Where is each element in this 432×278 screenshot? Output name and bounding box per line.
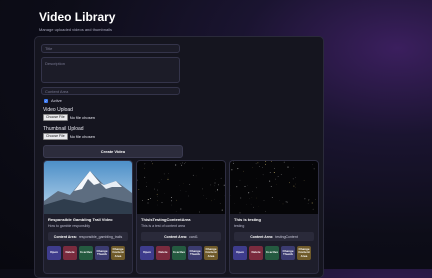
video-file-input[interactable]: Choose File No file chosen [43,114,95,121]
change-content-area-button[interactable]: Change Content Area [111,246,125,260]
delete-button[interactable]: Delete [63,246,77,260]
title-input[interactable]: Title [41,44,180,53]
content-area-label: Content Area: [250,235,273,239]
thumbnail-choose-file-button[interactable]: Choose File [43,133,68,140]
toggle-active-button[interactable]: In active [265,246,279,260]
content-area-value: card1 [189,235,198,239]
content-area-input[interactable]: Content Area [41,87,180,95]
delete-button[interactable]: Delete [249,246,263,260]
video-upload-label: Video Upload [43,107,73,113]
change-thumb-button[interactable]: Change Thumb [95,246,109,260]
content-area-label: Content Area: [164,235,187,239]
change-thumb-button[interactable]: Change Thumb [188,246,202,260]
change-content-area-button[interactable]: Change Content Area [204,246,218,260]
toggle-active-button[interactable]: In active [79,246,93,260]
card-actions: Open Delete In active Change Thumb Chang… [233,246,311,260]
video-thumbnail[interactable] [137,161,225,214]
thumbnail-upload-label: Thumbnail Upload [43,126,84,132]
thumbnail-no-file-text: No file chosen [70,134,95,139]
toggle-active-button[interactable]: In active [172,246,186,260]
video-no-file-text: No file chosen [70,115,95,120]
card-description: This is a test of content area [141,224,185,228]
create-video-button[interactable]: Create Video [43,145,183,158]
page-subtitle: Manage uploaded videos and thumbnails [39,27,112,32]
active-toggle-row[interactable]: ✓ Active [44,98,62,103]
description-textarea[interactable]: Description [41,57,180,83]
video-card: Responsible Gambling Trail Video How to … [43,160,133,274]
content-area-badge: Content Area: responsible_gambling_trail… [48,232,128,241]
video-choose-file-button[interactable]: Choose File [43,114,68,121]
content-area-value: testingContent [275,235,298,239]
active-label: Active [51,98,62,103]
video-card: ThisIsTestingContentArea This is a test … [136,160,226,274]
page-title: Video Library [39,10,115,24]
video-thumbnail[interactable] [230,161,318,214]
thumbnail-file-input[interactable]: Choose File No file chosen [43,133,95,140]
change-content-area-button[interactable]: Change Content Area [297,246,311,260]
card-actions: Open Delete In active Change Thumb Chang… [140,246,218,260]
content-area-label: Content Area: [54,235,77,239]
card-description: How to gamble responsibly [48,224,90,228]
content-area-value: responsible_gambling_trails [79,235,122,239]
card-actions: Open Delete In active Change Thumb Chang… [47,246,125,260]
card-description: testing [234,224,244,228]
video-card: This is testing testing Content Area: te… [229,160,319,274]
delete-button[interactable]: Delete [156,246,170,260]
active-checkbox[interactable]: ✓ [44,99,48,103]
change-thumb-button[interactable]: Change Thumb [281,246,295,260]
open-button[interactable]: Open [233,246,247,260]
content-area-badge: Content Area: card1 [141,232,221,241]
content-area-badge: Content Area: testingContent [234,232,314,241]
open-button[interactable]: Open [47,246,61,260]
card-title: ThisIsTestingContentArea [141,217,191,222]
video-thumbnail[interactable] [44,161,132,214]
card-title: Responsible Gambling Trail Video [48,217,113,222]
open-button[interactable]: Open [140,246,154,260]
card-title: This is testing [234,217,261,222]
